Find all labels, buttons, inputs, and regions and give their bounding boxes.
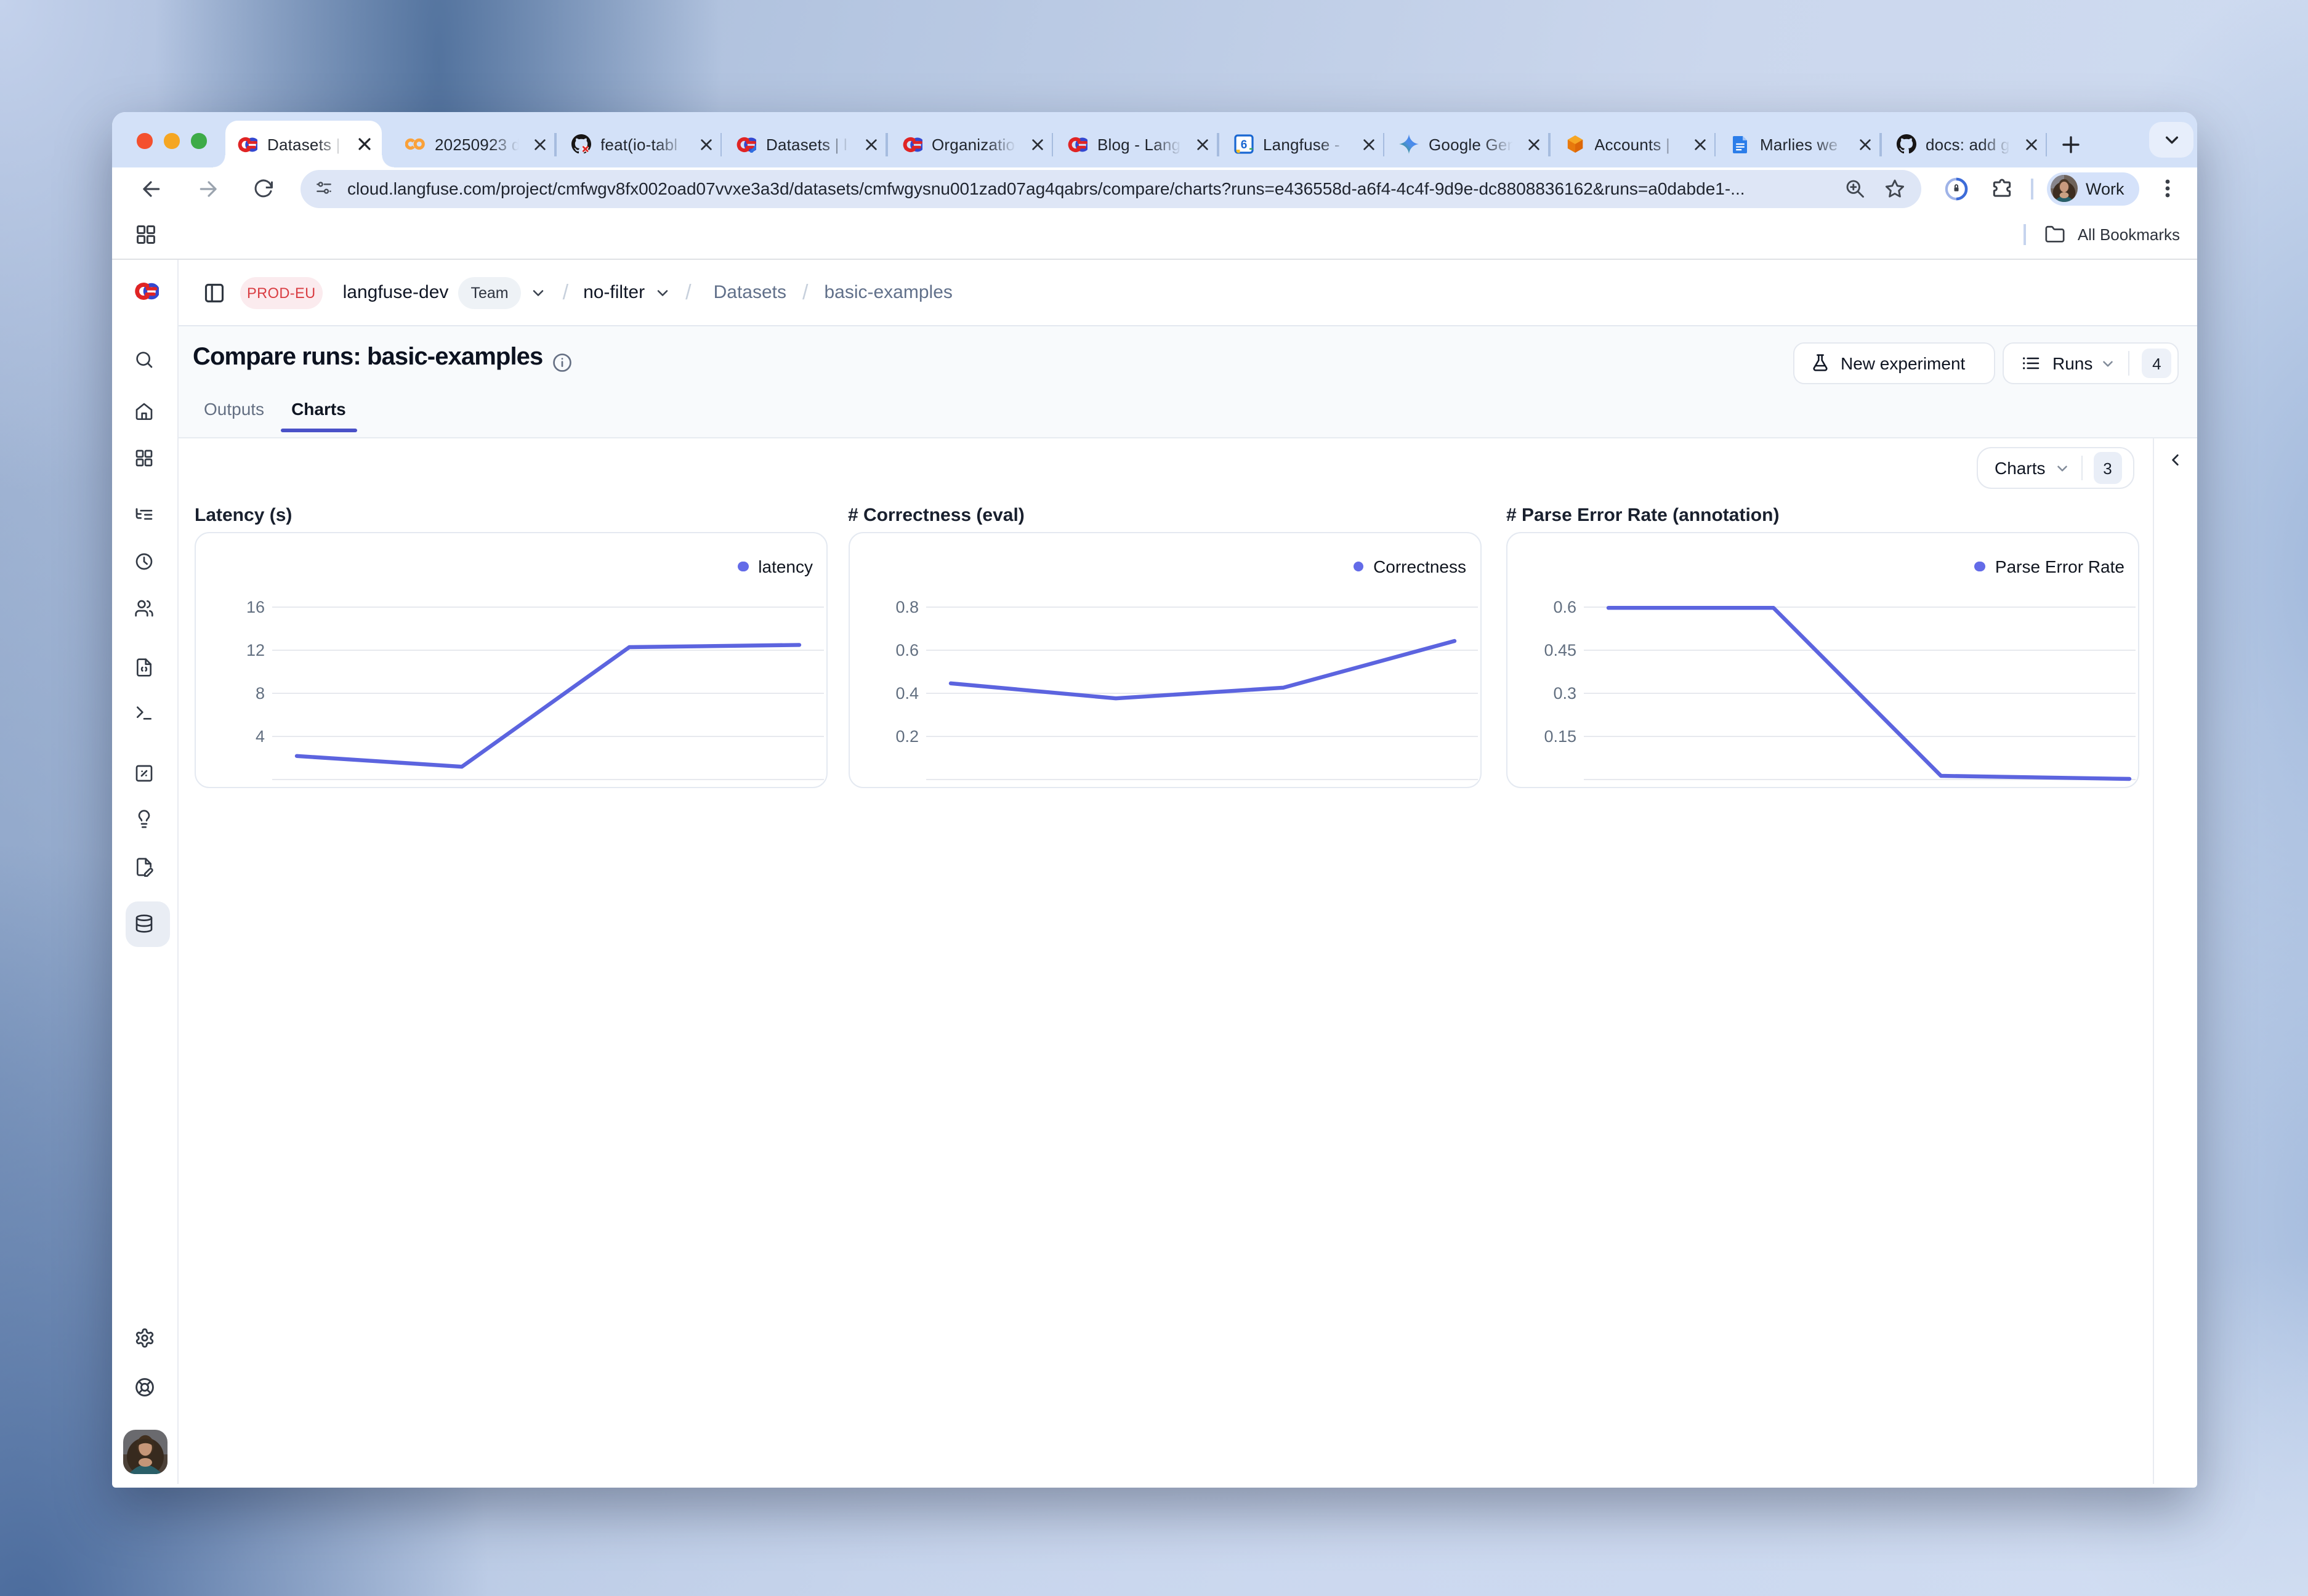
svg-text:16: 16 [246,598,265,616]
svg-text:0.4: 0.4 [895,684,918,703]
svg-text:0.6: 0.6 [1553,598,1576,616]
svg-text:0.3: 0.3 [1553,684,1576,703]
svg-text:0.8: 0.8 [895,598,918,616]
svg-text:0.6: 0.6 [895,641,918,659]
svg-text:12: 12 [246,641,265,659]
svg-text:0.15: 0.15 [1544,727,1576,746]
svg-text:0.45: 0.45 [1544,641,1576,659]
svg-text:0.2: 0.2 [895,727,918,746]
svg-text:4: 4 [256,727,265,746]
svg-text:6: 6 [1240,139,1247,151]
svg-text:8: 8 [256,684,265,703]
